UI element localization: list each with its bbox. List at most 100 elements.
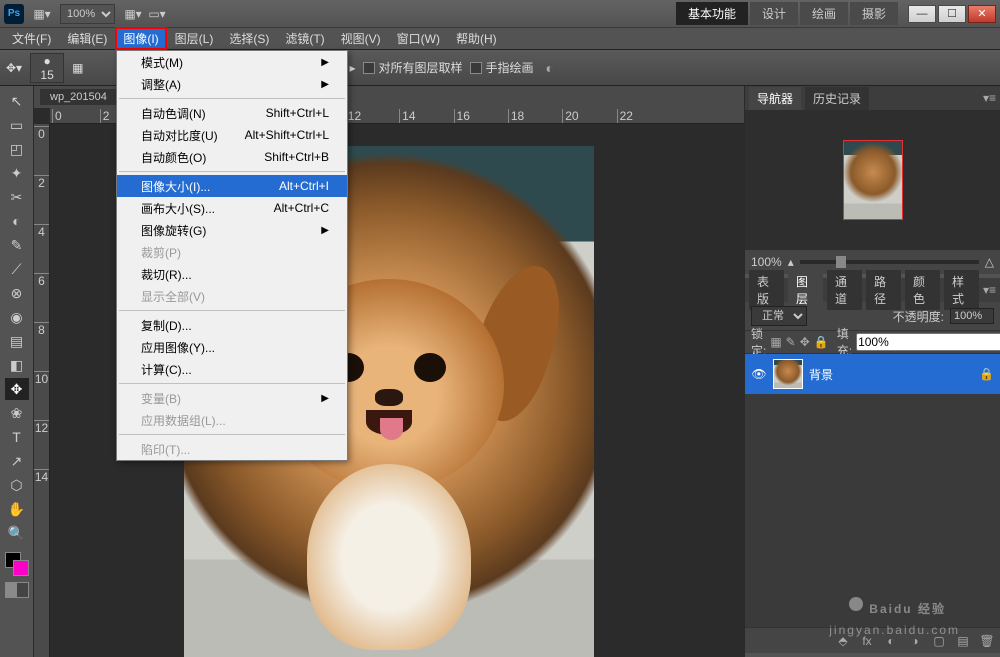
menu-item: 变量(B)▶ <box>117 387 347 409</box>
menu-item[interactable]: 自动对比度(U)Alt+Shift+Ctrl+L <box>117 124 347 146</box>
menu-edit[interactable]: 编辑(E) <box>59 27 115 50</box>
lasso-tool-icon[interactable]: ◰ <box>5 138 29 160</box>
menu-file[interactable]: 文件(F) <box>4 27 59 50</box>
layer-row[interactable]: 👁 背景 🔒 <box>745 354 1000 394</box>
layer-name[interactable]: 背景 <box>809 366 833 383</box>
wand-tool-icon[interactable]: ✦ <box>5 162 29 184</box>
stamp-tool-icon[interactable]: ⊗ <box>5 282 29 304</box>
menu-item[interactable]: 画布大小(S)...Alt+Ctrl+C <box>117 197 347 219</box>
lock-icon: 🔒 <box>979 367 994 381</box>
paw-icon <box>843 587 869 613</box>
finger-painting-checkbox[interactable]: 手指绘画 <box>470 59 533 76</box>
zoom-select[interactable]: 100% <box>60 4 115 24</box>
window-controls: — ☐ ✕ <box>906 5 996 23</box>
minimize-button[interactable]: — <box>908 5 936 23</box>
navigator-zoom-value: 100% <box>751 255 782 269</box>
panel-menu-icon[interactable]: ▾≡ <box>983 91 996 105</box>
mru-dropdown[interactable]: ▦▾ <box>31 4 53 24</box>
color-swatch[interactable] <box>5 552 29 576</box>
shape-tool-icon[interactable]: ⬡ <box>5 474 29 496</box>
screen-mode-icon[interactable]: ▭▾ <box>146 4 168 24</box>
menu-item[interactable]: 图像大小(I)...Alt+Ctrl+I <box>117 175 347 197</box>
zoom-tool-icon[interactable]: 🔍 <box>5 522 29 544</box>
history-brush-tool-icon[interactable]: ◉ <box>5 306 29 328</box>
history-tab[interactable]: 历史记录 <box>805 87 869 110</box>
sample-all-layers-checkbox[interactable]: 对所有图层取样 <box>363 59 462 76</box>
menu-item: 应用数据组(L)... <box>117 409 347 431</box>
opacity-label: 不透明度: <box>893 308 944 325</box>
gradient-tool-icon[interactable]: ◧ <box>5 354 29 376</box>
visibility-icon[interactable]: 👁 <box>751 367 767 381</box>
menu-item[interactable]: 计算(C)... <box>117 358 347 380</box>
menu-item[interactable]: 应用图像(Y)... <box>117 336 347 358</box>
lock-position-icon[interactable]: ✥ <box>800 333 810 351</box>
delete-layer-icon[interactable]: 🗑 <box>978 632 996 650</box>
menu-select[interactable]: 选择(S) <box>221 27 277 50</box>
view-grid-icon[interactable]: ▦▾ <box>122 4 144 24</box>
layers-panel-menu-icon[interactable]: ▾≡ <box>983 283 996 297</box>
menu-item[interactable]: 自动色调(N)Shift+Ctrl+L <box>117 102 347 124</box>
tool-preset-icon[interactable]: ✥▾ <box>6 61 22 75</box>
workspace-tab-painting[interactable]: 绘画 <box>800 2 848 25</box>
panels: 导航器 历史记录 ▾≡ 100% ▴ △ 表版 图层 通道 路径 颜色 样式 ▾… <box>744 86 1000 657</box>
menu-item[interactable]: 调整(A)▶ <box>117 73 347 95</box>
menu-filter[interactable]: 滤镜(T) <box>277 27 332 50</box>
menu-item[interactable]: 复制(D)... <box>117 314 347 336</box>
path-tool-icon[interactable]: ↗ <box>5 450 29 472</box>
fill-input[interactable] <box>856 333 1000 351</box>
menu-item[interactable]: 模式(M)▶ <box>117 51 347 73</box>
zoom-out-icon[interactable]: ▴ <box>788 255 794 269</box>
move-tool-icon[interactable]: ↖ <box>5 90 29 112</box>
workspace-tab-photography[interactable]: 摄影 <box>850 2 898 25</box>
lock-pixels-icon[interactable]: ✎ <box>786 333 796 351</box>
brush-panel-icon[interactable]: ▦ <box>72 61 83 75</box>
menu-item: 陷印(T)... <box>117 438 347 460</box>
dodge-tool-icon[interactable]: ❀ <box>5 402 29 424</box>
lock-all-icon[interactable]: 🔒 <box>814 333 829 351</box>
navigator-preview[interactable] <box>745 110 1000 250</box>
hand-tool-icon[interactable]: ✋ <box>5 498 29 520</box>
menu-layer[interactable]: 图层(L) <box>167 27 222 50</box>
zoom-in-icon[interactable]: △ <box>985 255 994 269</box>
blend-mode-select[interactable]: 正常 <box>751 306 807 326</box>
chevron-down-icon[interactable]: ▸ <box>349 61 355 75</box>
workspace-tab-essentials[interactable]: 基本功能 <box>676 2 748 25</box>
layer-thumbnail[interactable] <box>773 359 803 389</box>
menu-item[interactable]: 图像旋转(G)▶ <box>117 219 347 241</box>
menu-window[interactable]: 窗口(W) <box>389 27 448 50</box>
pencil-tool-icon[interactable]: ⟋ <box>5 258 29 280</box>
lock-transparent-icon[interactable]: ▦ <box>770 333 781 351</box>
document-tab[interactable]: wp_201504 <box>40 89 117 105</box>
brush-tool-icon[interactable]: ✎ <box>5 234 29 256</box>
brush-preset-picker[interactable]: ●15 <box>30 53 64 83</box>
crop-tool-icon[interactable]: ✂ <box>5 186 29 208</box>
vertical-ruler: 02468101214 <box>34 124 50 657</box>
marquee-tool-icon[interactable]: ▭ <box>5 114 29 136</box>
menu-view[interactable]: 视图(V) <box>333 27 389 50</box>
menu-item[interactable]: 裁切(R)... <box>117 263 347 285</box>
image-menu-dropdown: 模式(M)▶调整(A)▶ 自动色调(N)Shift+Ctrl+L自动对比度(U)A… <box>116 50 348 461</box>
menubar: 文件(F) 编辑(E) 图像(I) 图层(L) 选择(S) 滤镜(T) 视图(V… <box>0 28 1000 50</box>
menu-item: 显示全部(V) <box>117 285 347 307</box>
navigator-zoom-slider[interactable] <box>800 260 979 264</box>
menu-image[interactable]: 图像(I) <box>115 27 166 50</box>
watermark: Baidu 经验 jingyan.baidu.com <box>829 587 960 637</box>
eyedropper-tool-icon[interactable]: ◐ <box>5 210 29 232</box>
menu-item[interactable]: 自动颜色(O)Shift+Ctrl+B <box>117 146 347 168</box>
navigator-panel: 导航器 历史记录 ▾≡ 100% ▴ △ <box>745 86 1000 274</box>
maximize-button[interactable]: ☐ <box>938 5 966 23</box>
menu-item: 裁剪(P) <box>117 241 347 263</box>
workspace-switcher: 基本功能 设计 绘画 摄影 <box>676 2 898 25</box>
smudge-tool-icon[interactable]: ✥ <box>5 378 29 400</box>
toolbox: ↖ ▭ ◰ ✦ ✂ ◐ ✎ ⟋ ⊗ ◉ ▤ ◧ ✥ ❀ T ↗ ⬡ ✋ 🔍 <box>0 86 34 657</box>
menu-help[interactable]: 帮助(H) <box>448 27 505 50</box>
eraser-tool-icon[interactable]: ▤ <box>5 330 29 352</box>
type-tool-icon[interactable]: T <box>5 426 29 448</box>
quick-mask-icon[interactable] <box>5 582 29 598</box>
opacity-input[interactable] <box>950 308 994 324</box>
workspace-tab-design[interactable]: 设计 <box>750 2 798 25</box>
photoshop-logo-icon: Ps <box>4 4 24 24</box>
navigator-tab[interactable]: 导航器 <box>749 87 801 110</box>
tablet-pressure-icon[interactable]: ◐ <box>546 60 554 76</box>
close-button[interactable]: ✕ <box>968 5 996 23</box>
